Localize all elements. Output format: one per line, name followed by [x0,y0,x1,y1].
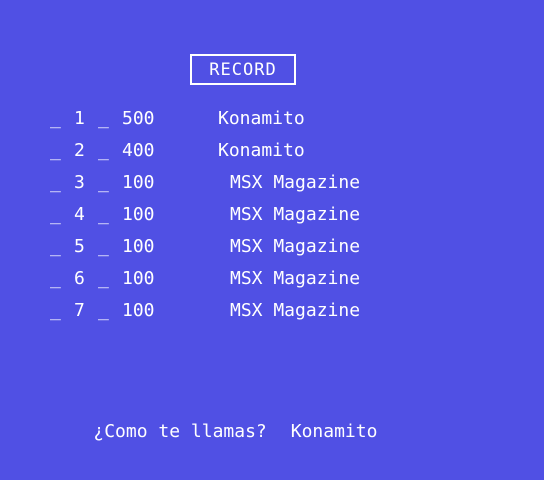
rank-separator: _ [98,204,109,225]
rank-separator: _ [98,108,109,129]
player-name: MSX Magazine [230,300,361,321]
record-row: _ 7 _ 100 MSX Magazine [50,299,360,323]
player-name: Konamito [218,140,305,161]
rank-prefix: _ [50,172,61,193]
rank-number: 6 [74,268,85,289]
rank-number: 5 [74,236,85,257]
name-question: ¿Como te llamas? [93,421,267,442]
rank-prefix: _ [50,140,61,161]
high-score-screen: RECORD _ 1 _ 500 Konamito _ 2 _ 400 Kona… [0,0,544,480]
rank-prefix: _ [50,204,61,225]
rank-number: 7 [74,300,85,321]
rank-separator: _ [98,172,109,193]
rank-separator: _ [98,268,109,289]
record-title: RECORD [209,59,277,80]
rank-separator: _ [98,236,109,257]
rank-number: 3 [74,172,85,193]
player-name: MSX Magazine [230,204,361,225]
player-name: MSX Magazine [230,268,361,289]
name-prompt: ¿Como te llamas? Konamito [50,396,377,468]
score-value: 100 [122,172,155,193]
rank-number: 4 [74,204,85,225]
rank-prefix: _ [50,236,61,257]
player-name: MSX Magazine [230,236,361,257]
name-entry-field[interactable]: Konamito [291,421,378,442]
score-value: 100 [122,268,155,289]
player-name: MSX Magazine [230,172,361,193]
record-row: _ 2 _ 400 Konamito [50,139,305,163]
rank-prefix: _ [50,108,61,129]
rank-prefix: _ [50,268,61,289]
score-value: 100 [122,236,155,257]
record-row: _ 3 _ 100 MSX Magazine [50,171,360,195]
record-title-box: RECORD [190,54,296,85]
score-value: 100 [122,300,155,321]
player-name: Konamito [218,108,305,129]
record-row: _ 1 _ 500 Konamito [50,107,305,131]
score-value: 400 [122,140,155,161]
score-value: 100 [122,204,155,225]
record-row: _ 4 _ 100 MSX Magazine [50,203,360,227]
record-row: _ 5 _ 100 MSX Magazine [50,235,360,259]
record-row: _ 6 _ 100 MSX Magazine [50,267,360,291]
score-value: 500 [122,108,155,129]
rank-separator: _ [98,140,109,161]
rank-separator: _ [98,300,109,321]
rank-prefix: _ [50,300,61,321]
rank-number: 2 [74,140,85,161]
rank-number: 1 [74,108,85,129]
